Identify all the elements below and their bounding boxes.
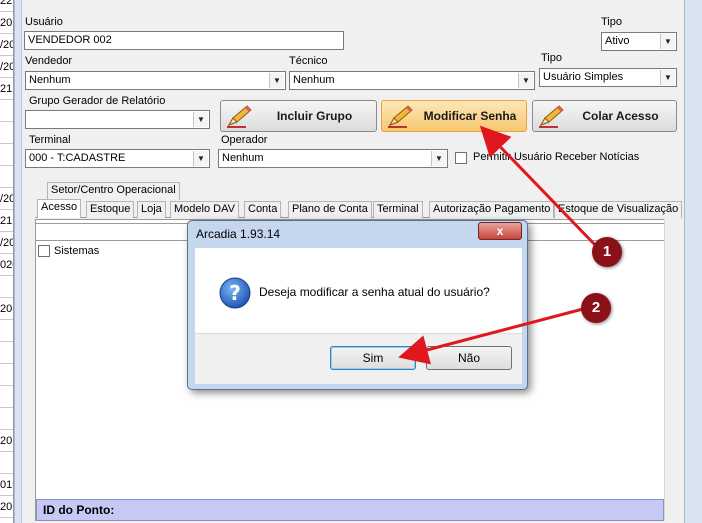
step-1-badge: 1 (592, 237, 622, 267)
annotation-arrow-1 (479, 125, 600, 250)
step-2-badge: 2 (581, 293, 611, 323)
annotation-arrow-2 (398, 307, 584, 365)
